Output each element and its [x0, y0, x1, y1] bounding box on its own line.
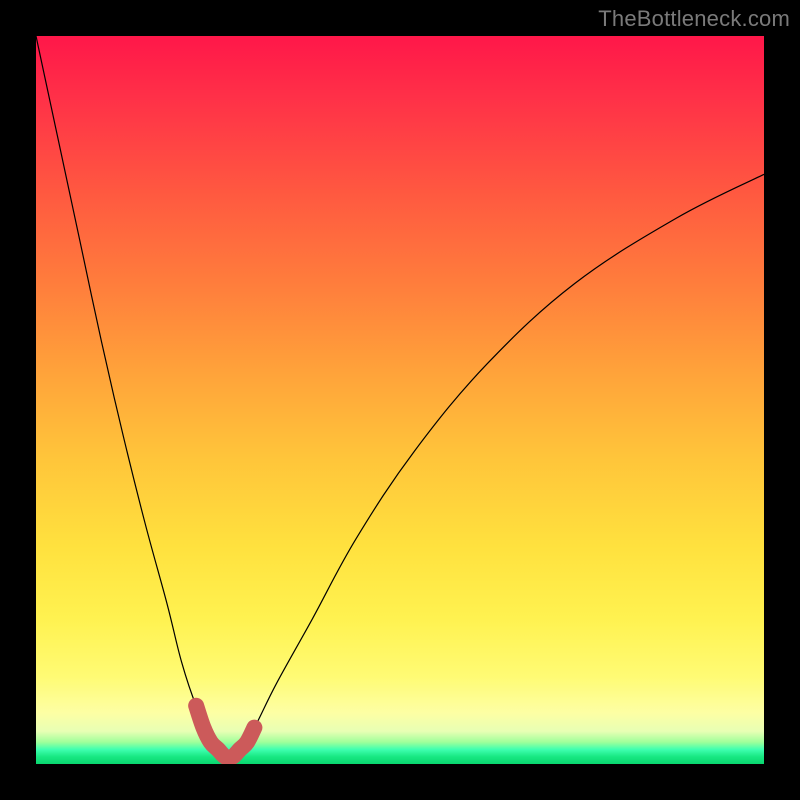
- bottleneck-curve: [36, 36, 764, 758]
- chart-frame: TheBottleneck.com: [0, 0, 800, 800]
- plot-area: [36, 36, 764, 764]
- optimal-band-curve: [196, 706, 254, 758]
- watermark-text: TheBottleneck.com: [598, 6, 790, 32]
- curve-layer: [36, 36, 764, 764]
